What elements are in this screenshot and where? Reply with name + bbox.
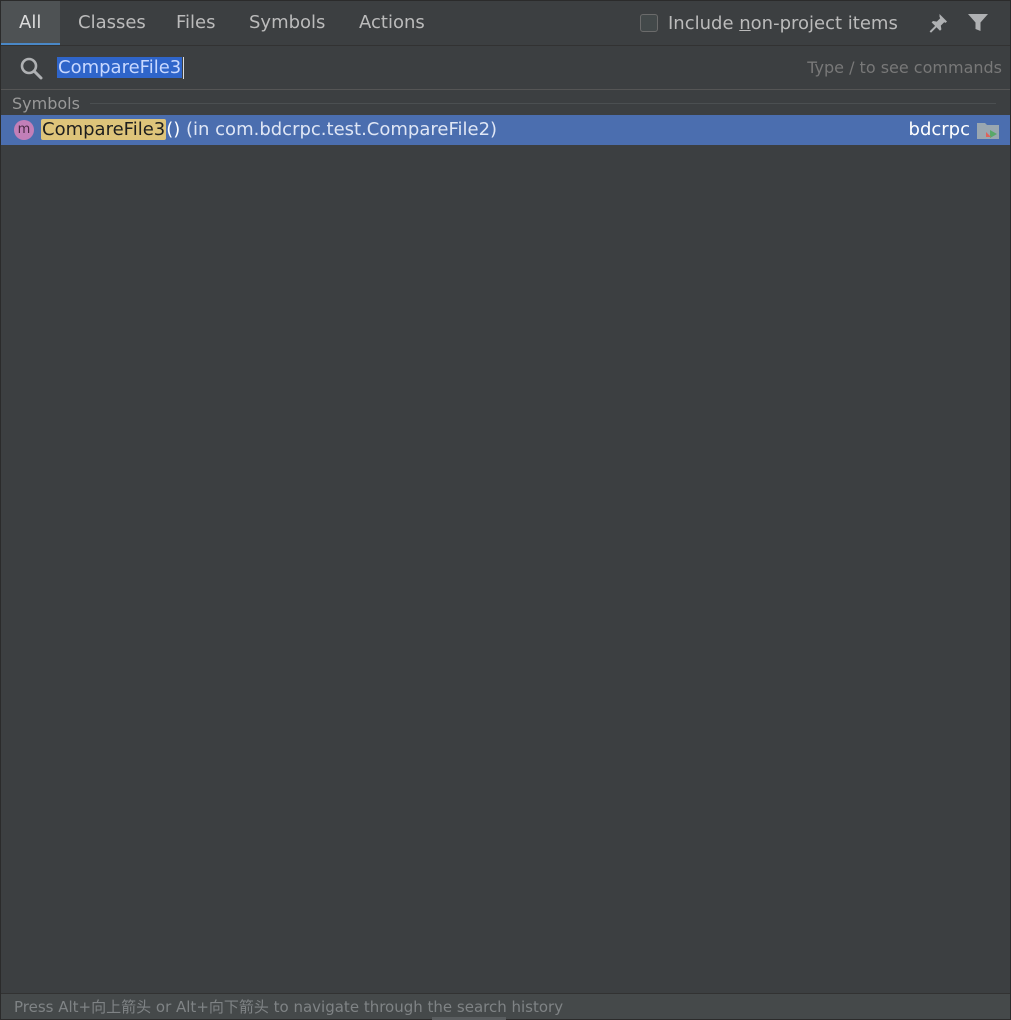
result-signature: () xyxy=(166,119,181,140)
result-location: (in com.bdcrpc.test.CompareFile2) xyxy=(180,119,498,140)
result-label: CompareFile3() (in com.bdcrpc.test.Compa… xyxy=(41,118,497,142)
search-bar: CompareFile3 Type / to see commands xyxy=(1,45,1010,90)
search-hint: Type / to see commands xyxy=(807,58,1002,77)
include-non-project-label: Include non-project items xyxy=(668,12,898,34)
result-row[interactable]: m CompareFile3() (in com.bdcrpc.test.Com… xyxy=(1,115,1010,145)
footer-hint: Press Alt+向上箭头 or Alt+向下箭头 to navigate t… xyxy=(1,993,1010,1019)
text-caret xyxy=(183,57,185,79)
search-query-text: CompareFile3 xyxy=(57,57,183,78)
tab-actions[interactable]: Actions xyxy=(341,1,443,45)
include-non-project-option[interactable]: Include non-project items xyxy=(640,12,898,34)
scope-tab-bar: All Classes Files Symbols Actions Includ… xyxy=(1,1,1010,45)
pin-icon[interactable] xyxy=(927,12,949,34)
search-input[interactable]: CompareFile3 xyxy=(57,56,185,80)
search-icon xyxy=(20,57,43,80)
filter-icon[interactable] xyxy=(967,13,989,33)
tab-symbols[interactable]: Symbols xyxy=(231,1,343,45)
group-header-symbols: Symbols xyxy=(12,94,80,113)
tab-all[interactable]: All xyxy=(1,1,60,45)
group-divider xyxy=(90,103,996,104)
include-non-project-checkbox[interactable] xyxy=(640,14,658,32)
tab-files[interactable]: Files xyxy=(158,1,234,45)
method-icon: m xyxy=(14,120,34,140)
match-highlight: CompareFile3 xyxy=(41,119,167,140)
tab-classes[interactable]: Classes xyxy=(60,1,164,45)
result-module-name: bdcrpc xyxy=(908,119,970,140)
module-folder-icon xyxy=(977,123,999,139)
search-everywhere-popup xyxy=(0,0,1011,1020)
